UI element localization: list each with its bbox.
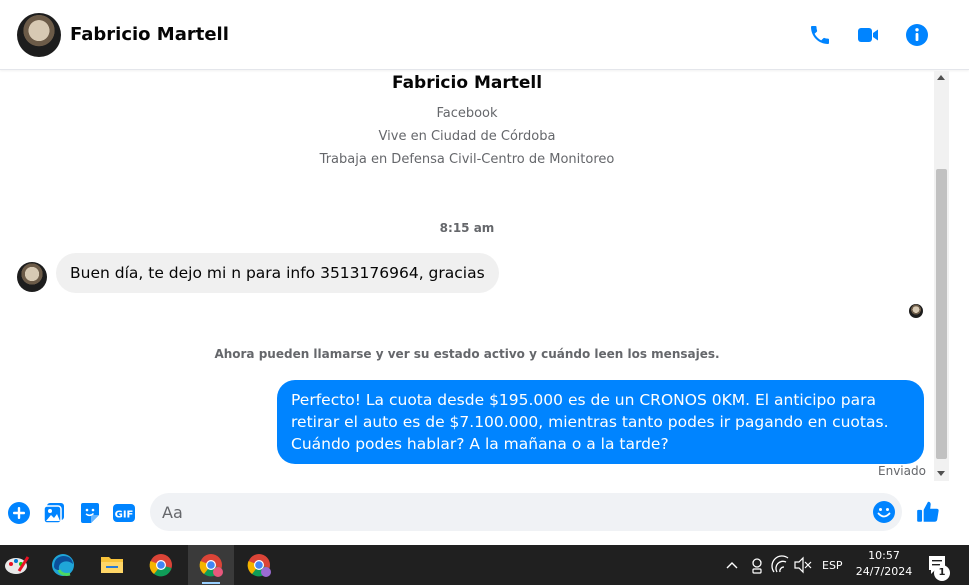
conversation-scrollbar[interactable] bbox=[934, 71, 949, 481]
volume-muted-icon[interactable] bbox=[793, 545, 813, 585]
chrome-profile-2-icon[interactable] bbox=[236, 545, 282, 585]
chrome-profile-c-icon[interactable] bbox=[188, 545, 234, 585]
info-icon[interactable] bbox=[905, 23, 929, 47]
profile-work: Trabaja en Defensa Civil-Centro de Monit… bbox=[319, 152, 615, 167]
emoji-icon[interactable] bbox=[872, 500, 896, 524]
contact-name[interactable]: Fabricio Martell bbox=[70, 24, 229, 45]
incoming-message[interactable]: Buen día, te dejo mi n para info 3513176… bbox=[56, 253, 499, 293]
profile-source: Facebook bbox=[436, 106, 498, 121]
contact-avatar[interactable] bbox=[17, 13, 61, 57]
gif-label: GIF bbox=[115, 510, 134, 521]
language-indicator[interactable]: ESP bbox=[822, 559, 843, 572]
clock-date: 24/7/2024 bbox=[855, 565, 913, 578]
message-timestamp: 8:15 am bbox=[439, 221, 495, 235]
seen-indicator-avatar bbox=[909, 304, 923, 318]
sticker-icon[interactable] bbox=[78, 501, 102, 525]
chevron-up-icon[interactable] bbox=[723, 545, 741, 585]
system-note: Ahora pueden llamarse y ver su estado ac… bbox=[214, 347, 720, 361]
scrollbar-thumb[interactable] bbox=[936, 169, 947, 459]
sender-avatar[interactable] bbox=[17, 262, 47, 292]
message-input[interactable] bbox=[162, 493, 862, 531]
conversation-pane: Fabricio Martell Facebook Vive en Ciudad… bbox=[0, 71, 934, 481]
taskbar-clock[interactable]: 10:57 24/7/2024 bbox=[852, 548, 916, 580]
thumbs-up-icon[interactable] bbox=[915, 499, 941, 525]
phone-icon[interactable] bbox=[808, 23, 832, 47]
profile-location: Vive en Ciudad de Córdoba bbox=[378, 129, 556, 144]
gif-icon[interactable]: GIF bbox=[112, 501, 136, 525]
plus-circle-icon[interactable] bbox=[7, 501, 31, 525]
clock-time: 10:57 bbox=[868, 549, 900, 562]
outgoing-message[interactable]: Perfecto! La cuota desde $195.000 es de … bbox=[277, 380, 924, 464]
scroll-down-arrow-icon[interactable] bbox=[937, 471, 945, 476]
video-camera-icon[interactable] bbox=[856, 23, 880, 47]
message-composer: GIF bbox=[0, 481, 969, 545]
windows-taskbar: ESP 10:57 24/7/2024 1 bbox=[0, 545, 969, 585]
notification-count-badge: 1 bbox=[934, 565, 950, 581]
scroll-up-arrow-icon[interactable] bbox=[937, 75, 945, 80]
meet-now-icon[interactable] bbox=[748, 545, 766, 585]
file-explorer-icon[interactable] bbox=[89, 545, 135, 585]
edge-icon[interactable] bbox=[40, 545, 86, 585]
profile-name: Fabricio Martell bbox=[391, 73, 543, 93]
chrome-icon[interactable] bbox=[138, 545, 184, 585]
wifi-icon[interactable] bbox=[771, 545, 791, 585]
message-status: Enviado bbox=[878, 464, 926, 478]
chat-header: Fabricio Martell bbox=[0, 0, 969, 70]
gallery-icon[interactable] bbox=[42, 501, 66, 525]
message-input-container[interactable] bbox=[150, 493, 902, 531]
